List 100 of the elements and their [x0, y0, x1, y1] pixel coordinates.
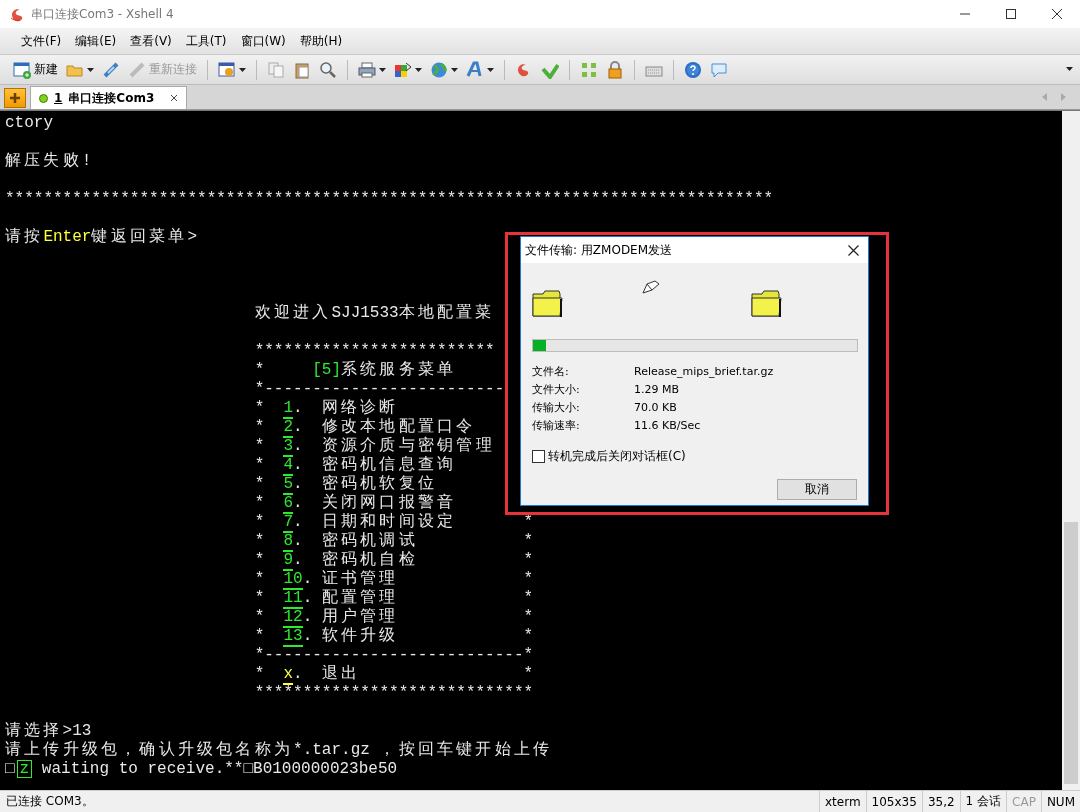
field-value: 1.29 MB: [634, 382, 681, 398]
terminal-text: *: [523, 608, 534, 626]
terminal-text: . 密码机信息查询: [293, 456, 455, 474]
status-field: 35,2: [921, 791, 960, 812]
color-scheme-icon: [394, 60, 412, 79]
highlighted-text: Enter: [43, 228, 92, 246]
field-label: 文件大小:: [532, 382, 581, 398]
new-tab-button[interactable]: [4, 88, 26, 108]
terminal-text: *: [254, 608, 266, 626]
terminal-text: *-------------------------: [254, 380, 505, 398]
chat-bubble-icon: [710, 60, 728, 79]
terminal-text: 键返回菜单>: [91, 228, 198, 246]
window-title: 串口连接Com3 - Xshell 4: [31, 5, 175, 23]
terminal-text: *: [523, 570, 534, 588]
menu-option-number: 9: [283, 551, 294, 571]
field-value: 11.6 KB/Sec: [634, 418, 702, 434]
session-tab[interactable]: 1 串口连接Com3: [30, 86, 188, 109]
help-icon: [684, 60, 702, 79]
terminal-text: ********************************************************************************: [5, 190, 774, 208]
folder-icon: [532, 288, 564, 318]
terminal-text: . 密码机软复位: [293, 475, 435, 493]
field-label: 传输大小:: [532, 400, 581, 416]
terminal-text: *: [523, 551, 534, 569]
menu-item[interactable]: 文件(F): [14, 29, 69, 53]
terminal-text: *: [254, 399, 266, 417]
checkbox[interactable]: [532, 450, 545, 463]
tab-label: 串口连接Com3: [68, 89, 155, 107]
menu-item[interactable]: 查看(V): [123, 29, 179, 53]
checkbox-label: 转机完成后关闭对话框(C): [548, 448, 686, 465]
terminal-text: . 退出: [293, 665, 359, 683]
menu-option-number: 11: [283, 589, 303, 609]
terminal-text: . 日期和时间设定: [293, 513, 455, 531]
menu-option-number: 5: [283, 475, 294, 495]
dialog-title: 文件传输: 用ZMODEM发送: [525, 241, 674, 259]
caret-icon: [239, 67, 246, 72]
close-icon: [847, 244, 859, 256]
terminal-text: . 密码机自检: [293, 551, 416, 569]
menu-item[interactable]: 编辑(E): [68, 29, 124, 53]
terminal-text: *****************************: [254, 684, 534, 702]
caret-icon: [415, 67, 422, 72]
terminal-text: *: [254, 513, 266, 531]
terminal-text: . 密码机调试: [293, 532, 416, 550]
menu-title-number: [5]: [312, 361, 342, 379]
menu-option-number: 10: [283, 570, 303, 590]
field-label: 文件名:: [532, 364, 570, 380]
terminal-text: waiting to receive.**□B0100000023be50: [41, 760, 398, 778]
menu-option-number: 8: [283, 532, 294, 552]
menu-option-number: 1: [283, 399, 294, 419]
font-icon: [466, 60, 484, 79]
field-value: Release_mips_brief.tar.gz: [634, 364, 775, 380]
terminal-text: *: [254, 532, 266, 550]
caret-icon: [451, 67, 458, 72]
new-window-icon: [13, 60, 31, 79]
menu-exit-key: x: [283, 665, 294, 685]
terminal-text: 请按: [5, 228, 42, 246]
terminal-text: *: [254, 570, 266, 588]
status-field: 105x35: [865, 791, 922, 812]
menu-option-number: 4: [283, 456, 294, 476]
terminal-text: *: [254, 437, 266, 455]
field-value: 70.0 KB: [634, 400, 678, 416]
print-icon: [358, 60, 376, 79]
terminal-text: *: [523, 589, 534, 607]
copy-icon: [267, 60, 285, 79]
toolbar-more-icon[interactable]: [1066, 67, 1074, 72]
terminal-text: . 关闭网口报警音: [293, 494, 455, 512]
terminal-text: *: [254, 494, 266, 512]
terminal-text: . 配置管理: [302, 589, 397, 607]
menu-item[interactable]: 工具(T): [178, 29, 234, 53]
vertical-scrollbar[interactable]: [1062, 111, 1080, 790]
menu-option-number: 12: [283, 608, 303, 628]
search-icon: [319, 60, 337, 79]
menu-item[interactable]: 窗口(W): [233, 29, 293, 53]
caret-icon: [87, 67, 94, 72]
terminal-text: □: [5, 760, 15, 778]
terminal-text: *: [254, 475, 266, 493]
maximize-icon: [1005, 8, 1017, 20]
terminal-text: 请选择>13: [5, 722, 92, 740]
status-message: 已连接 COM3。: [5, 793, 95, 810]
cancel-button[interactable]: 取消: [777, 479, 857, 500]
menu-item[interactable]: 帮助(H): [292, 29, 350, 53]
menu-option-number: 2: [283, 418, 294, 438]
terminal-text: . 证书管理: [302, 570, 397, 588]
terminal-text: *: [523, 665, 534, 683]
paper-dart-icon: [642, 280, 660, 294]
terminal-text: 请上传升级包，确认升级包名称为*.tar.gz ，按回车键开始上传: [5, 741, 551, 759]
properties-icon: [218, 60, 236, 79]
terminal-text: 系统服务菜单: [341, 361, 455, 379]
terminal-text: . 软件升级: [302, 627, 397, 645]
terminal-text: . 修改本地配置口令: [293, 418, 474, 436]
plus-icon: [9, 92, 21, 104]
menu-option-number: 13: [283, 627, 303, 647]
scrollbar-thumb[interactable]: [1064, 522, 1078, 784]
tab-number: 1: [54, 91, 63, 105]
terminal-text: *: [523, 627, 534, 645]
new-session-button[interactable]: 新建: [10, 58, 61, 81]
folder-icon: [751, 288, 783, 318]
menu-option-number: 3: [283, 437, 294, 457]
terminal-cursor: z: [16, 760, 33, 778]
terminal-text: ctory: [5, 114, 53, 132]
status-field: 1 会话: [959, 791, 1007, 812]
